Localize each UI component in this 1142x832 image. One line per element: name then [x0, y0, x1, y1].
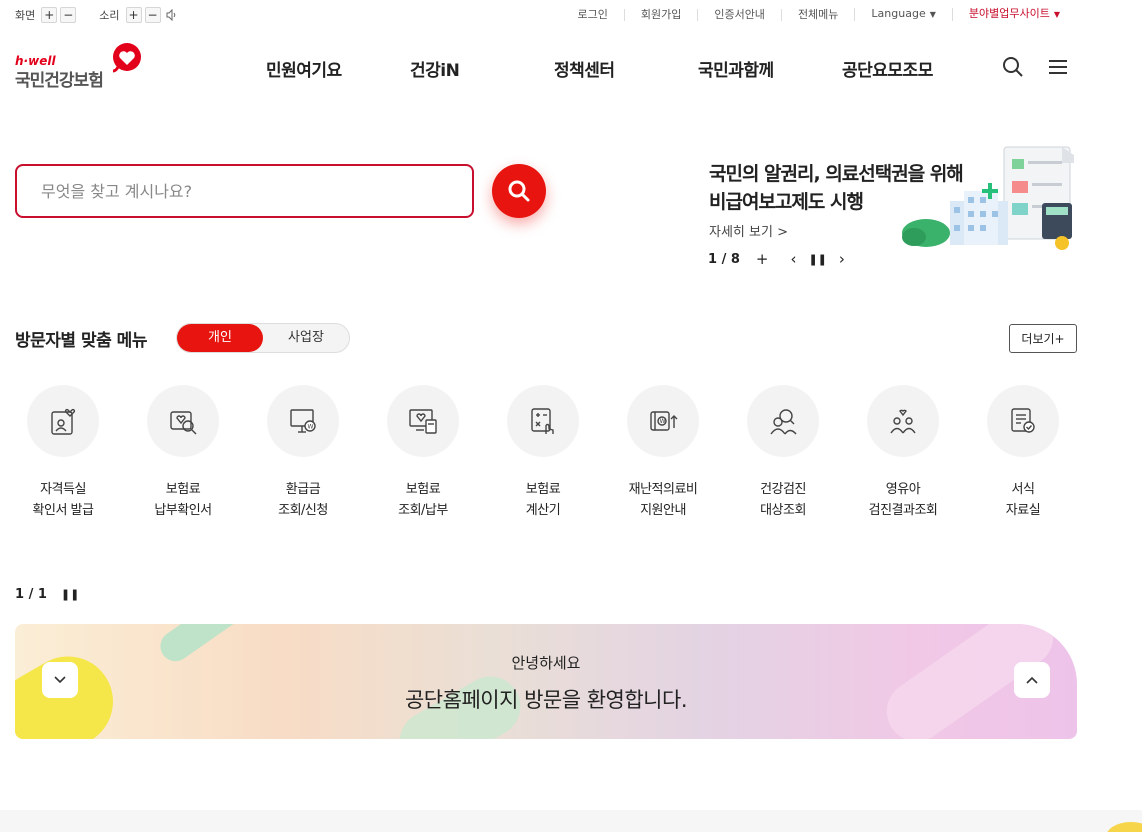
search-icon [508, 180, 530, 202]
family-heart-icon [867, 385, 939, 457]
search-box [15, 164, 474, 218]
more-button[interactable]: 더보기+ [1009, 324, 1077, 353]
banner-counter: 1 / 8 [708, 251, 740, 267]
quick-menu-label: 보험료 [525, 482, 561, 497]
logo[interactable]: h·well 국민건강보험 [15, 42, 145, 92]
gnb-item-civil-service[interactable]: 민원여기요 [266, 56, 342, 81]
field-site-label: 분야별업무사이트 [968, 7, 1050, 20]
quick-menu-label: 재난적의료비 [628, 482, 698, 497]
svg-text:W: W [308, 424, 314, 431]
caret-down-icon: ▼ [1053, 10, 1060, 19]
language-label: Language [871, 7, 926, 20]
quick-menu-label: 확인서 발급 [32, 503, 94, 518]
quick-menu-item[interactable]: 자격득실확인서 발급 [18, 385, 108, 521]
chevron-up-icon [1026, 676, 1038, 684]
quick-menu-label: 자격득실 [40, 482, 86, 497]
volume-up-button[interactable]: + [125, 7, 142, 23]
speaker-icon[interactable] [164, 7, 180, 23]
pause-icon[interactable]: ❚❚ [61, 588, 79, 601]
certificate-guide-link[interactable]: 인증서안내 [697, 8, 781, 21]
quick-menu-item[interactable]: 영유아검진결과조회 [858, 385, 948, 521]
gnb-item-policy-center[interactable]: 정책센터 [554, 56, 615, 81]
quick-menu-label: 건강검진 [760, 482, 806, 497]
screen-zoom-in-button[interactable]: + [41, 7, 58, 23]
gnb-item-with-citizens[interactable]: 국민과함께 [698, 56, 774, 81]
quick-menu-label: 검진결과조회 [868, 503, 938, 518]
utility-bar: 화면 + − 소리 + − 로그인 회원가입 인증서안내 전체메뉴 Langua… [0, 0, 1142, 30]
quick-menu-label: 대상조회 [760, 503, 806, 518]
heart-search-icon [147, 385, 219, 457]
logo-name: 국민건강보험 [15, 71, 104, 91]
quick-menu-counter: 1 / 1 [15, 587, 47, 602]
monitor-won-icon: W [267, 385, 339, 457]
volume-down-button[interactable]: − [144, 7, 161, 23]
quick-menu-label: 영유아 [885, 482, 921, 497]
tab-business[interactable]: 사업장 [263, 324, 349, 352]
quick-menu-label: 조회/납부 [398, 503, 448, 518]
quick-menu-item[interactable]: 건강검진대상조회 [738, 385, 828, 521]
id-card-heart-icon [27, 385, 99, 457]
search-button[interactable] [492, 164, 546, 218]
utility-links: 로그인 회원가입 인증서안내 전체메뉴 Language ▼ 분야별업무사이트 ▼ [561, 8, 1076, 21]
quick-menu-label: 환급금 [285, 482, 321, 497]
quick-menu-item[interactable]: 보험료계산기 [498, 385, 588, 521]
pause-icon[interactable]: ❚❚ [808, 253, 826, 266]
gnb-item-health-in[interactable]: 건강iN [410, 56, 460, 81]
language-select[interactable]: Language ▼ [854, 8, 951, 21]
caret-down-icon: ▼ [929, 10, 936, 19]
next-section-strip [0, 810, 1142, 832]
screen-zoom-out-button[interactable]: − [60, 7, 77, 23]
screen-size-label: 화면 [15, 9, 36, 22]
quick-menu-label: 계산기 [525, 503, 561, 518]
visitor-menu-title: 방문자별 맞춤 메뉴 [15, 331, 147, 351]
chevron-down-icon [54, 676, 66, 684]
login-link[interactable]: 로그인 [561, 8, 623, 21]
document-check-icon [987, 385, 1059, 457]
search-icon[interactable] [1002, 56, 1024, 78]
signup-link[interactable]: 회원가입 [623, 8, 697, 21]
quick-menu-item[interactable]: W 재난적의료비지원안내 [618, 385, 708, 521]
visitor-type-toggle: 개인 사업장 [176, 323, 350, 353]
quick-menu-item[interactable]: W 환급금조회/신청 [258, 385, 348, 521]
plus-icon[interactable]: + [756, 250, 769, 268]
quick-menu-label: 조회/신청 [278, 503, 328, 518]
chevron-right-icon[interactable]: › [839, 250, 845, 268]
hamburger-menu-icon[interactable] [1047, 56, 1069, 78]
book-won-icon: W [627, 385, 699, 457]
welcome-greeting: 안녕하세요 [511, 654, 581, 672]
banner-more-link[interactable]: 자세히 보기 > [709, 221, 788, 240]
welcome-message: 공단홈페이지 방문을 환영합니다. [404, 688, 688, 712]
accessibility-controls: 화면 + − 소리 + − [15, 7, 183, 23]
gnb-item-about-nhis[interactable]: 공단요모조모 [842, 56, 933, 81]
logo-heart-icon [112, 43, 141, 73]
field-site-select[interactable]: 분야별업무사이트 ▼ [951, 7, 1076, 21]
quick-menu-pager: 1 / 1 ❚❚ [15, 587, 79, 602]
calculator-hand-icon [507, 385, 579, 457]
quick-menu-label: 서식 [1011, 482, 1035, 497]
people-search-icon [747, 385, 819, 457]
screen-heart-card-icon [387, 385, 459, 457]
tab-personal[interactable]: 개인 [177, 324, 263, 352]
quick-menu-item[interactable]: 서식자료실 [978, 385, 1068, 521]
quick-menu-label: 보험료 [165, 482, 201, 497]
chevron-left-icon[interactable]: ‹ [790, 250, 796, 268]
search-input[interactable] [17, 166, 472, 216]
quick-menu-label: 납부확인서 [154, 503, 212, 518]
sitemap-link[interactable]: 전체메뉴 [780, 8, 854, 21]
svg-text:W: W [660, 418, 666, 425]
collapse-up-button[interactable] [1014, 662, 1050, 698]
welcome-banner: 안녕하세요 공단홈페이지 방문을 환영합니다. [15, 624, 1077, 739]
quick-menu-label: 보험료 [405, 482, 441, 497]
hospital-document-illustration [902, 146, 1074, 250]
banner-controls: 1 / 8 + ‹ ❚❚ › [708, 250, 845, 268]
quick-menu-item[interactable]: 보험료납부확인서 [138, 385, 228, 521]
quick-menu-label: 지원안내 [640, 503, 686, 518]
sound-label: 소리 [99, 9, 120, 22]
quick-menu-item[interactable]: 보험료조회/납부 [378, 385, 468, 521]
quick-menu-label: 자료실 [1005, 503, 1041, 518]
